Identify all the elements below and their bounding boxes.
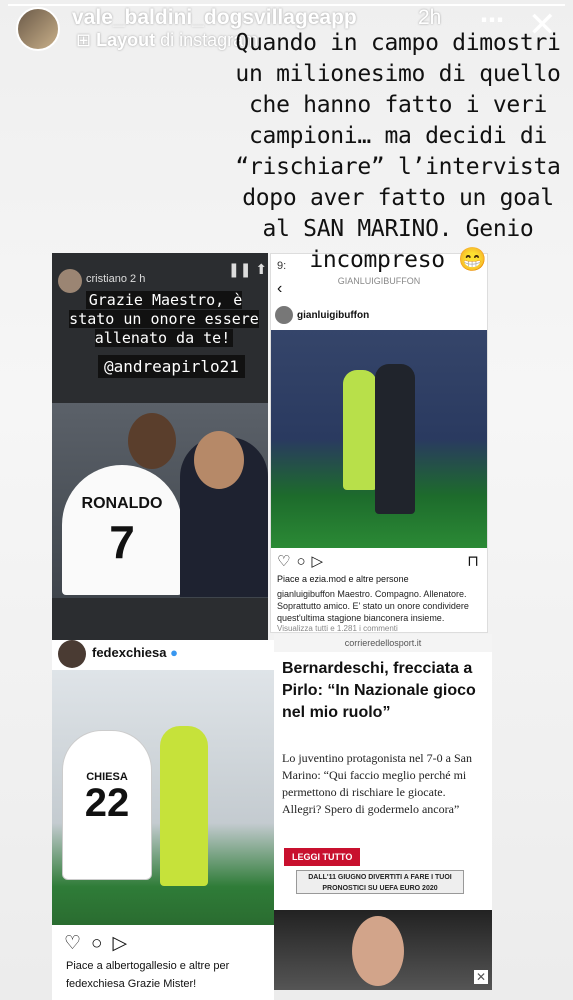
- story-username[interactable]: vale_baldini_dogsvillageapp: [72, 6, 357, 30]
- buffon-comments: Visualizza tutti e 1.281 i commenti: [277, 624, 398, 633]
- pirlo-figure: [375, 364, 415, 514]
- pirlo-face: [194, 431, 244, 489]
- chiesa-jersey: CHIESA 22: [62, 730, 152, 880]
- buffon-likes: Piace a ezia.mod e altre persone: [277, 574, 409, 584]
- article-url: corrieredellosport.it: [274, 634, 492, 652]
- cristiano-quote: Grazie Maestro, è stato un onore essere …: [69, 291, 259, 347]
- avatar[interactable]: [16, 7, 60, 51]
- referee-figure: [160, 726, 208, 886]
- bookmark-icon: ⊓: [467, 553, 479, 570]
- cristiano-username: cristiano 2 h: [86, 273, 146, 285]
- cristiano-story-card: cristiano 2 h ❚❚ ⬆ Grazie Maestro, è sta…: [52, 253, 268, 643]
- chiesa-photo: CHIESA 22: [52, 670, 274, 925]
- chiesa-caption: fedexchiesa Grazie Mister!: [66, 978, 197, 990]
- chiesa-username: fedexchiesa ●: [92, 645, 178, 660]
- article-card: corrieredellosport.it Bernardeschi, frec…: [274, 634, 492, 990]
- story-caption-text: Quando in campo dimostri un milionesimo …: [235, 30, 561, 273]
- post-action-icons: ♡○▷: [277, 553, 330, 570]
- story-time: 2h: [418, 6, 442, 29]
- jersey-number: 7: [109, 516, 135, 568]
- jersey-name: RONALDO: [81, 495, 163, 512]
- buffon-figure: [343, 370, 377, 490]
- buffon-username: gianluigibuffon: [297, 310, 370, 321]
- ronaldo-jersey: RONALDO 7: [62, 465, 182, 595]
- chiesa-post-card: fedexchiesa ● CHIESA 22 ♡○▷ Piace a albe…: [52, 640, 274, 1000]
- article-photo: [274, 910, 492, 990]
- buffon-post-card: 9: GIANLUIGIBUFFON ‹ gianluigibuffon ♡○▷…: [270, 253, 488, 633]
- ad-close-icon: ✕: [474, 970, 488, 984]
- story-screen: vale_baldini_dogsvillageapp 2h ⊞ Layout …: [0, 0, 573, 1000]
- player-face: [352, 916, 404, 986]
- chiesa-avatar: [58, 640, 86, 668]
- chiesa-likes: Piace a albertogallesio e altre per: [66, 960, 230, 972]
- buffon-caption: gianluigibuffon Maestro. Compagno. Allen…: [277, 589, 469, 623]
- article-title: Bernardeschi, frecciata a Pirlo: “In Naz…: [282, 660, 476, 721]
- buffon-avatar: [275, 306, 293, 324]
- article-body: Lo juventino protagonista nel 7-0 a San …: [282, 751, 472, 816]
- post-action-icons: ♡○▷: [64, 933, 138, 954]
- buffon-header: GIANLUIGIBUFFON: [337, 276, 421, 286]
- ronaldo-pirlo-photo: RONALDO 7: [52, 403, 268, 598]
- buffon-pirlo-photo: [271, 330, 487, 548]
- article-ad-banner: DALL'11 GIUGNO DIVERTITI A FARE I TUOI P…: [296, 870, 464, 894]
- back-arrow-icon: ‹: [277, 280, 283, 297]
- jersey-number: 22: [84, 781, 130, 825]
- cristiano-avatar: [58, 269, 82, 293]
- cristiano-mention: @andreapirlo21: [98, 355, 245, 378]
- read-more-button: LEGGI TUTTO: [284, 848, 361, 866]
- layout-label: Layout: [96, 30, 156, 50]
- ronaldo-head: [128, 413, 176, 469]
